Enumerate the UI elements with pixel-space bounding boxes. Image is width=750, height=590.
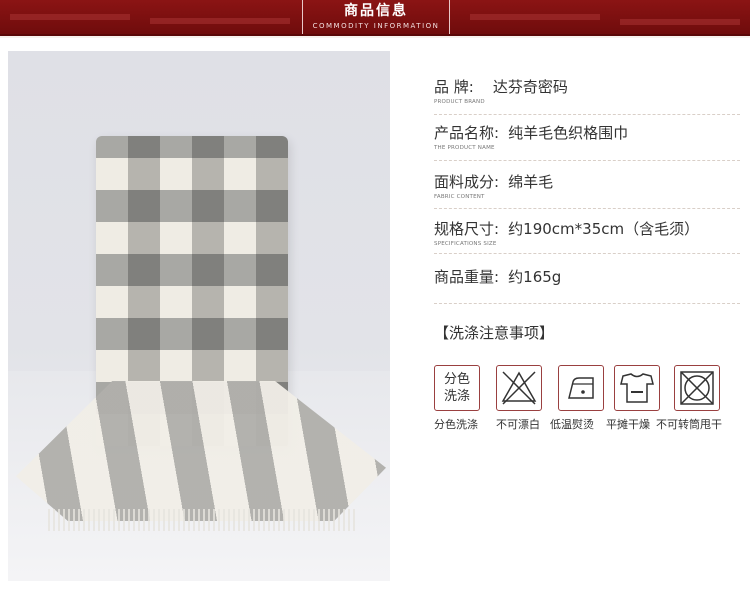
header-title-box: 商品信息 COMMODITY INFORMATION bbox=[302, 0, 450, 34]
spec-value: 约190cm*35cm（含毛须） bbox=[508, 220, 700, 238]
spec-row-fabric: 面料成分: 绵羊毛 FABRIC CONTENT bbox=[434, 171, 744, 200]
spec-value: 达芬奇密码 bbox=[492, 78, 568, 96]
spec-divider bbox=[434, 253, 740, 254]
care-label: 分色洗涤 bbox=[434, 418, 478, 431]
header-title: 商品信息 bbox=[344, 3, 408, 19]
spec-value: 约165g bbox=[508, 268, 562, 286]
spec-divider bbox=[434, 303, 740, 304]
spec-label: 规格尺寸: bbox=[434, 220, 500, 238]
spec-row-brand: 品 牌: 达芬奇密码 PRODUCT BRAND bbox=[434, 76, 744, 105]
dry-flat-icon bbox=[614, 365, 660, 411]
spec-value: 纯羊毛色织格围巾 bbox=[508, 124, 629, 142]
no-bleach-icon bbox=[496, 365, 542, 411]
header-brush-stroke bbox=[10, 14, 130, 20]
spec-sublabel: THE PRODUCT NAME bbox=[434, 145, 495, 151]
spec-row-size: 规格尺寸: 约190cm*35cm（含毛须） SPECIFICATIONS SI… bbox=[434, 218, 744, 247]
care-label: 不可漂白 bbox=[496, 418, 540, 431]
product-info-card: 品 牌: 达芬奇密码 PRODUCT BRAND 产品名称: 纯羊毛色织格围巾 … bbox=[0, 38, 750, 590]
care-label: 低温熨烫 bbox=[550, 418, 594, 431]
scarf-fringe bbox=[48, 509, 358, 531]
header-brush-stroke bbox=[470, 14, 600, 20]
no-tumble-dry-icon bbox=[674, 365, 720, 411]
spec-sublabel: FABRIC CONTENT bbox=[434, 194, 485, 200]
spec-divider bbox=[434, 160, 740, 161]
spec-label: 商品重量: bbox=[434, 268, 500, 286]
spec-label: 产品名称: bbox=[434, 124, 500, 142]
header-brush-stroke bbox=[150, 18, 290, 24]
separate-wash-icon-text: 分色 洗涤 bbox=[443, 372, 470, 404]
spec-sublabel: PRODUCT BRAND bbox=[434, 99, 485, 105]
header-brush-stroke bbox=[620, 19, 740, 25]
spec-divider bbox=[434, 208, 740, 209]
spec-label: 面料成分: bbox=[434, 173, 500, 191]
care-label: 不可转筒甩干 bbox=[656, 418, 722, 431]
section-header: 商品信息 COMMODITY INFORMATION bbox=[0, 0, 750, 36]
header-subtitle: COMMODITY INFORMATION bbox=[312, 22, 440, 30]
spec-sublabel: SPECIFICATIONS SIZE bbox=[434, 241, 497, 247]
spec-label: 品 牌: bbox=[434, 78, 474, 96]
spec-divider bbox=[434, 114, 740, 115]
spec-row-weight: 商品重量: 约165g bbox=[434, 266, 744, 287]
care-label: 平摊干燥 bbox=[606, 418, 650, 431]
spec-row-name: 产品名称: 纯羊毛色织格围巾 THE PRODUCT NAME bbox=[434, 122, 744, 151]
care-title: 【洗涤注意事项】 bbox=[434, 324, 555, 342]
low-temp-iron-icon bbox=[558, 365, 604, 411]
product-photo bbox=[8, 51, 390, 581]
spec-value: 绵羊毛 bbox=[508, 173, 554, 191]
separate-wash-icon: 分色 洗涤 bbox=[434, 365, 480, 411]
